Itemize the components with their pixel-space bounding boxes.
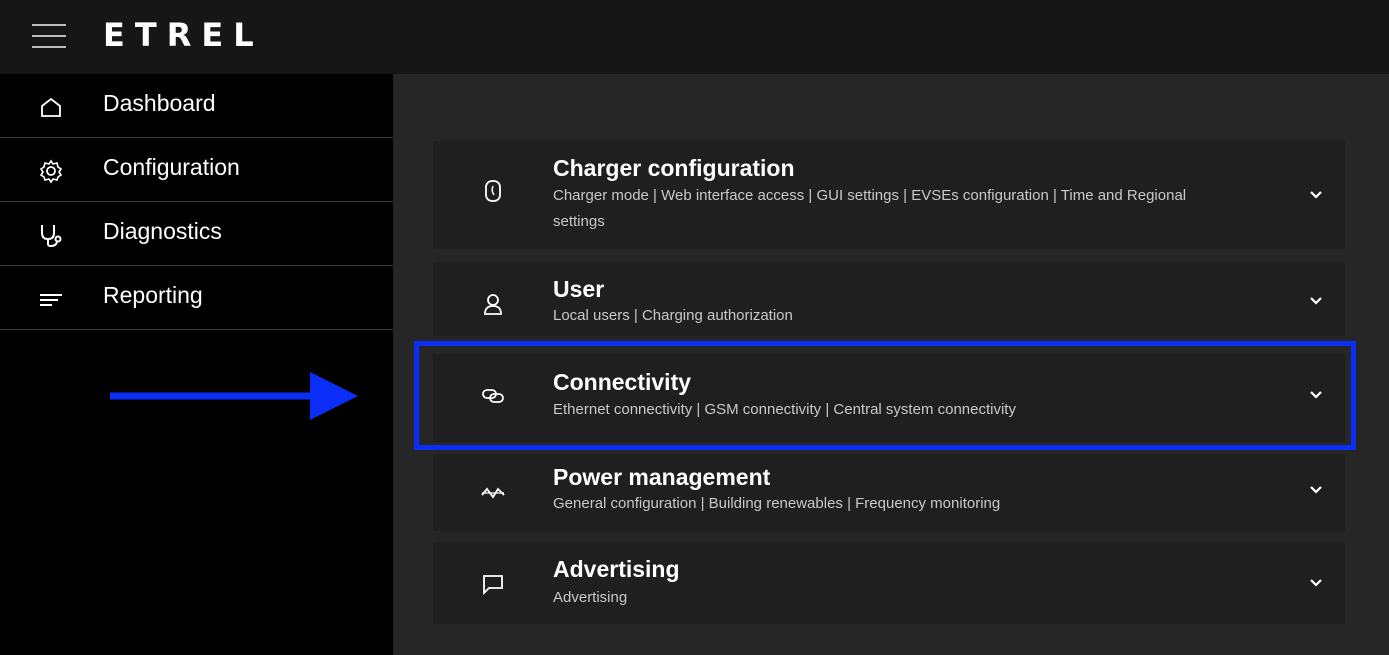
chevron-down-icon[interactable]	[1307, 186, 1325, 204]
sidebar-item-diagnostics[interactable]: Diagnostics	[0, 202, 393, 266]
card-subtitle: Ethernet connectivity | GSM connectivity…	[553, 401, 1016, 418]
chevron-down-icon[interactable]	[1307, 386, 1325, 404]
sidebar-item-reporting[interactable]: Reporting	[0, 266, 393, 330]
etrel-logo[interactable]: ETRΕL	[103, 17, 264, 53]
sidebar-item-dashboard[interactable]: Dashboard	[0, 74, 393, 138]
card-charger-configuration[interactable]: Charger configuration Charger mode | Web…	[433, 141, 1345, 249]
sidebar-item-label: Dashboard	[103, 90, 216, 116]
card-title: Connectivity	[553, 369, 692, 395]
card-subtitle: Local users | Charging authorization	[553, 307, 793, 324]
message-icon	[483, 575, 503, 596]
chevron-down-icon[interactable]	[1307, 481, 1325, 499]
top-bar: ETRΕL	[0, 0, 1389, 74]
card-title: Advertising	[553, 556, 680, 582]
sidebar-item-label: Reporting	[103, 282, 203, 308]
sidebar-item-label: Configuration	[103, 154, 240, 180]
home-icon	[41, 97, 61, 117]
card-subtitle: General configuration | Building renewab…	[553, 495, 1001, 512]
card-title: Charger configuration	[553, 155, 795, 181]
main-content: Charger configuration Charger mode | Web…	[393, 74, 1389, 655]
card-user[interactable]: User Local users | Charging authorizatio…	[433, 262, 1345, 336]
blue-arrow-annotation	[110, 372, 358, 420]
lines-icon	[40, 294, 62, 306]
user-icon	[484, 294, 502, 315]
card-power-management[interactable]: Power management General configuration |…	[433, 454, 1345, 531]
chevron-down-icon[interactable]	[1307, 292, 1325, 310]
card-advertising[interactable]: Advertising Advertising	[433, 542, 1345, 624]
sidebar-item-configuration[interactable]: Configuration	[0, 138, 393, 202]
card-connectivity[interactable]: Connectivity Ethernet connectivity | GSM…	[433, 354, 1345, 442]
sidebar-item-label: Diagnostics	[103, 218, 222, 244]
card-subtitle: Charger mode | Web interface access | GU…	[553, 187, 1187, 230]
stethoscope-icon	[41, 225, 62, 248]
sidebar: Dashboard Configuration Diagnostics Repo…	[0, 74, 393, 655]
card-title: Power management	[553, 464, 771, 490]
power-wave-icon	[481, 487, 505, 499]
chevron-down-icon[interactable]	[1307, 574, 1325, 592]
plug-icon	[485, 180, 501, 202]
card-subtitle: Advertising	[553, 589, 628, 606]
link-icon	[482, 389, 504, 403]
hamburger-menu-icon[interactable]	[32, 24, 66, 50]
gear-icon	[39, 159, 63, 184]
card-title: User	[553, 276, 605, 302]
